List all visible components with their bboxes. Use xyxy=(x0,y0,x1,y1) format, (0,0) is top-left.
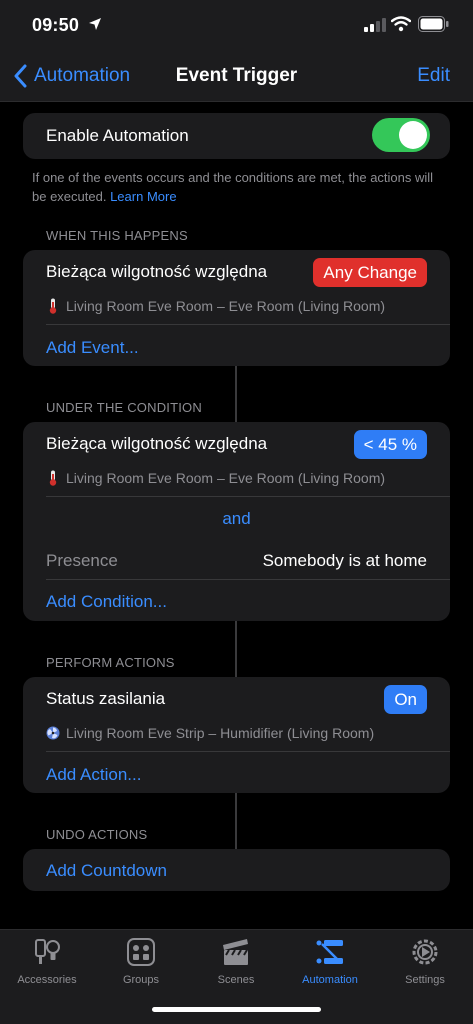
add-action-button[interactable]: Add Action... xyxy=(46,765,141,785)
condition-device-label: Living Room Eve Room – Eve Room (Living … xyxy=(66,470,386,486)
page-title: Event Trigger xyxy=(175,65,298,86)
flow-connector xyxy=(235,793,237,849)
presence-label: Presence xyxy=(46,551,118,570)
condition-badge[interactable]: < 45 % xyxy=(353,430,427,459)
event-title: Bieżąca wilgotność względna xyxy=(46,262,268,281)
tab-label: Settings xyxy=(405,974,445,986)
wifi-icon xyxy=(391,16,411,32)
event-badge[interactable]: Any Change xyxy=(313,258,427,287)
add-condition-button[interactable]: Add Condition... xyxy=(46,592,167,612)
cellular-signal-icon xyxy=(364,18,386,32)
groups-icon xyxy=(127,938,155,966)
tab-label: Scenes xyxy=(217,974,255,986)
events-header: WHEN THIS HAPPENS xyxy=(46,228,188,243)
conditions-header: UNDER THE CONDITION xyxy=(46,400,202,415)
undo-header: UNDO ACTIONS xyxy=(46,827,148,842)
flow-connector xyxy=(235,366,237,422)
divider xyxy=(46,496,450,497)
status-time: 09:50 xyxy=(32,15,80,35)
edit-button[interactable]: Edit xyxy=(417,65,450,87)
condition-joiner[interactable]: and xyxy=(23,509,450,529)
learn-more-link[interactable]: Learn More xyxy=(110,189,176,204)
tab-label: Groups xyxy=(122,974,160,986)
divider xyxy=(46,579,450,580)
add-event-button[interactable]: Add Event... xyxy=(46,338,139,358)
action-badge[interactable]: On xyxy=(384,685,427,714)
event-device: Living Room Eve Room – Eve Room (Living … xyxy=(46,298,385,314)
thermometer-icon xyxy=(49,298,57,314)
condition-title: Bieżąca wilgotność względna xyxy=(46,434,268,453)
action-title: Status zasilania xyxy=(46,689,166,708)
toggle-knob xyxy=(399,121,427,149)
action-device: Living Room Eve Strip – Humidifier (Livi… xyxy=(46,725,374,741)
tab-groups[interactable]: Groups xyxy=(94,936,188,996)
actions-card: Status zasilania On Living Room Eve Stri… xyxy=(23,677,450,793)
thermometer-icon xyxy=(49,470,57,486)
event-device-label: Living Room Eve Room – Eve Room (Living … xyxy=(66,298,386,314)
tab-automation[interactable]: Automation xyxy=(283,936,377,996)
tab-label: Automation xyxy=(302,974,358,986)
location-arrow-icon xyxy=(89,18,101,30)
add-countdown-button[interactable]: Add Countdown xyxy=(46,861,167,881)
automation-icon xyxy=(316,940,343,964)
tab-scenes[interactable]: Scenes xyxy=(189,936,283,996)
enable-automation-label: Enable Automation xyxy=(46,126,189,145)
events-card: Bieżąca wilgotność względna Any Change L… xyxy=(23,250,450,366)
flow-connector xyxy=(235,621,237,677)
enable-automation-toggle[interactable] xyxy=(372,118,430,152)
undo-card: Add Countdown xyxy=(23,849,450,891)
divider xyxy=(46,324,450,325)
tab-label: Accessories xyxy=(17,974,77,986)
status-bar: 09:50 xyxy=(0,0,473,50)
presence-value[interactable]: Somebody is at home xyxy=(263,551,427,571)
condition-device: Living Room Eve Room – Eve Room (Living … xyxy=(46,470,385,486)
settings-icon xyxy=(412,939,438,965)
actions-header: PERFORM ACTIONS xyxy=(46,655,175,670)
battery-icon xyxy=(418,16,449,32)
conditions-card: Bieżąca wilgotność względna < 45 % Livin… xyxy=(23,422,450,621)
tab-accessories[interactable]: Accessories xyxy=(0,936,94,996)
automation-note: If one of the events occurs and the cond… xyxy=(32,168,442,206)
action-device-label: Living Room Eve Strip – Humidifier (Livi… xyxy=(66,725,375,741)
accessories-icon xyxy=(35,939,60,964)
divider xyxy=(46,751,450,752)
fan-icon xyxy=(46,726,60,740)
tab-settings[interactable]: Settings xyxy=(378,936,472,996)
scenes-icon xyxy=(223,939,248,965)
automation-note-text: If one of the events occurs and the cond… xyxy=(32,170,434,204)
home-indicator xyxy=(152,1007,321,1012)
navigation-bar: Automation Event Trigger Edit xyxy=(0,50,473,102)
